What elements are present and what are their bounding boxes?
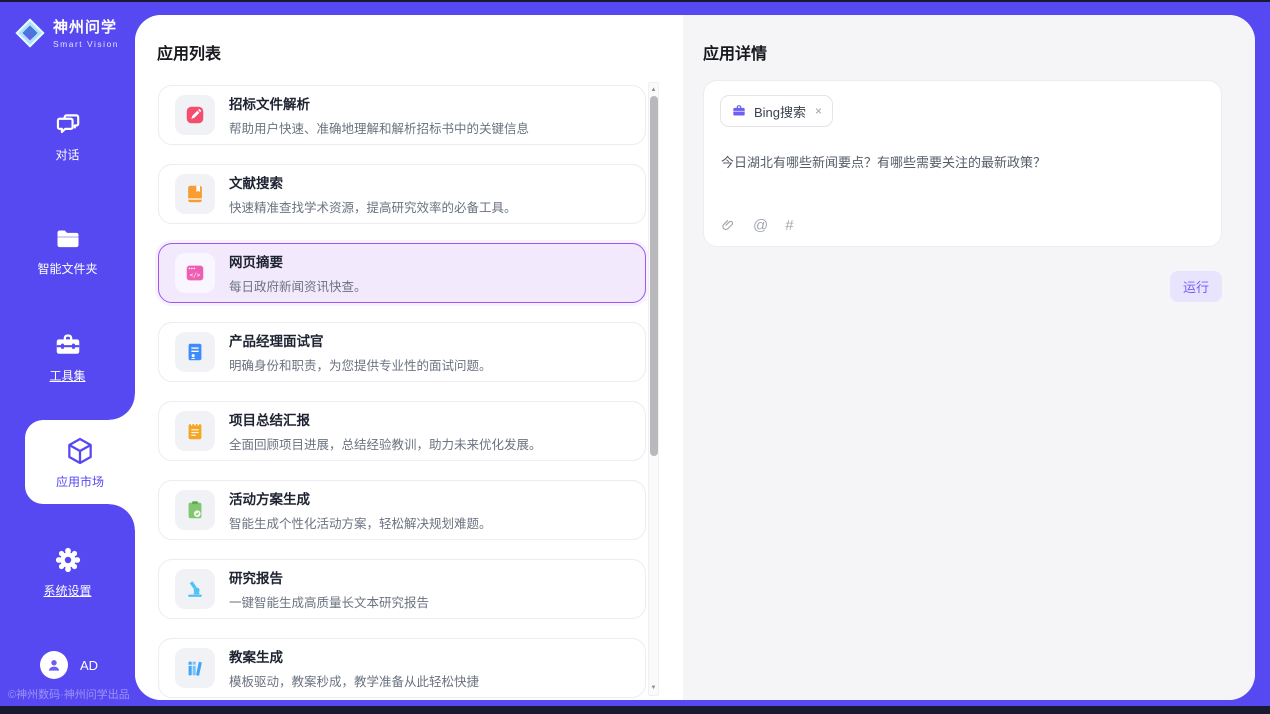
tool-tag-bing-search[interactable]: Bing搜索 × (720, 95, 833, 127)
attachment-toolbar: @ # (721, 217, 794, 234)
brand-logo: 神州问学 Smart Vision (14, 16, 119, 49)
app-desc: 模板驱动，教案秒成，教学准备从此轻松快捷 (229, 671, 479, 690)
tag-label: Bing搜索 (754, 102, 806, 121)
app-list-title: 应用列表 (157, 40, 221, 64)
user-initials: AD (80, 658, 98, 673)
at-icon[interactable]: @ (753, 217, 768, 234)
avatar (40, 651, 68, 679)
sidebar-item-label: 工具集 (49, 367, 85, 384)
app-name: 招标文件解析 (229, 93, 529, 113)
microscope-icon (175, 569, 215, 609)
copyright-text: ©神州数码·神州问学出品 (8, 686, 130, 702)
query-text-input[interactable]: 今日湖北有哪些新闻要点？有哪些需要关注的最新政策？ (721, 152, 1201, 171)
scrollbar-thumb[interactable] (650, 96, 658, 456)
scroll-up-icon[interactable]: ▲ (649, 84, 658, 96)
gear-icon (53, 545, 83, 575)
app-list: 招标文件解析 帮助用户快速、准确地理解和解析招标书中的关键信息 文献搜索 快速精… (158, 85, 646, 698)
diamond-logo-icon (14, 17, 46, 49)
user-account[interactable]: AD (40, 651, 98, 679)
svg-text:</>: </> (190, 272, 201, 279)
app-name: 项目总结汇报 (229, 409, 542, 429)
run-button[interactable]: 运行 (1170, 271, 1222, 302)
list-item-selected[interactable]: </> 网页摘要 每日政府新闻资讯快查。 (158, 243, 646, 303)
clipboard-check-icon (175, 490, 215, 530)
sidebar-item-smart-folders[interactable]: 智能文件夹 (0, 225, 135, 277)
chat-icon (54, 112, 81, 139)
content-card: 应用列表 招标文件解析 帮助用户快速、准确地理解和解析招标书中的关键信息 (135, 15, 1255, 700)
app-desc: 明确身份和职责，为您提供专业性的面试问题。 (229, 355, 492, 374)
sidebar-item-settings[interactable]: 系统设置 (0, 545, 135, 599)
app-desc: 快速精准查找学术资源，提高研究效率的必备工具。 (229, 197, 517, 216)
app-desc: 一键智能生成高质量长文本研究报告 (229, 592, 429, 611)
notepad-icon (175, 411, 215, 451)
app-desc: 帮助用户快速、准确地理解和解析招标书中的关键信息 (229, 118, 529, 137)
sidebar-item-label: 应用市场 (56, 473, 104, 490)
list-item[interactable]: 教案生成 模板驱动，教案秒成，教学准备从此轻松快捷 (158, 638, 646, 698)
app-detail-title: 应用详情 (703, 40, 767, 64)
list-item[interactable]: 研究报告 一键智能生成高质量长文本研究报告 (158, 559, 646, 619)
close-icon[interactable]: × (815, 104, 822, 118)
sidebar-item-app-market[interactable]: 应用市场 (25, 420, 135, 504)
app-desc: 每日政府新闻资讯快查。 (229, 276, 367, 295)
sidebar-item-label: 系统设置 (43, 582, 91, 599)
app-name: 网页摘要 (229, 251, 367, 271)
doc-edit-icon (175, 95, 215, 135)
app-list-panel: 应用列表 招标文件解析 帮助用户快速、准确地理解和解析招标书中的关键信息 (135, 15, 683, 700)
sidebar-item-label: 对话 (55, 146, 79, 163)
hash-icon[interactable]: # (785, 217, 793, 234)
books-icon (175, 648, 215, 688)
sidebar-item-chat[interactable]: 对话 (0, 112, 135, 163)
scroll-down-icon[interactable]: ▼ (649, 682, 658, 694)
doc-person-icon (175, 332, 215, 372)
briefcase-icon (731, 103, 747, 119)
list-item[interactable]: 文献搜索 快速精准查找学术资源，提高研究效率的必备工具。 (158, 164, 646, 224)
list-item[interactable]: 招标文件解析 帮助用户快速、准确地理解和解析招标书中的关键信息 (158, 85, 646, 145)
sidebar-item-toolkit[interactable]: 工具集 (0, 330, 135, 384)
sidebar-item-label: 智能文件夹 (37, 260, 97, 277)
toolbox-icon (53, 330, 83, 360)
sidebar: 神州问学 Smart Vision 对话 智能文件夹 (0, 2, 135, 706)
brand-subtitle: Smart Vision (53, 39, 119, 49)
brand-name: 神州问学 (53, 16, 119, 37)
list-item[interactable]: 活动方案生成 智能生成个性化活动方案，轻松解决规划难题。 (158, 480, 646, 540)
folder-icon (54, 225, 82, 253)
browser-code-icon: </> (175, 253, 215, 293)
cube-icon (64, 435, 96, 467)
list-item[interactable]: 产品经理面试官 明确身份和职责，为您提供专业性的面试问题。 (158, 322, 646, 382)
app-name: 教案生成 (229, 646, 479, 666)
scrollbar[interactable]: ▲ ▼ (648, 82, 659, 696)
book-icon (175, 174, 215, 214)
paperclip-icon[interactable] (721, 217, 736, 234)
app-name: 文献搜索 (229, 172, 517, 192)
prompt-card: Bing搜索 × 今日湖北有哪些新闻要点？有哪些需要关注的最新政策？ @ # (703, 80, 1222, 247)
app-desc: 全面回顾项目进展，总结经验教训，助力未来优化发展。 (229, 434, 542, 453)
list-item[interactable]: 项目总结汇报 全面回顾项目进展，总结经验教训，助力未来优化发展。 (158, 401, 646, 461)
app-desc: 智能生成个性化活动方案，轻松解决规划难题。 (229, 513, 492, 532)
app-name: 研究报告 (229, 567, 429, 587)
app-name: 产品经理面试官 (229, 330, 492, 350)
app-name: 活动方案生成 (229, 488, 492, 508)
app-detail-panel: 应用详情 Bing搜索 × 今日湖北有哪些新闻要点？有哪些需要关注的最新政策？ (683, 15, 1255, 700)
